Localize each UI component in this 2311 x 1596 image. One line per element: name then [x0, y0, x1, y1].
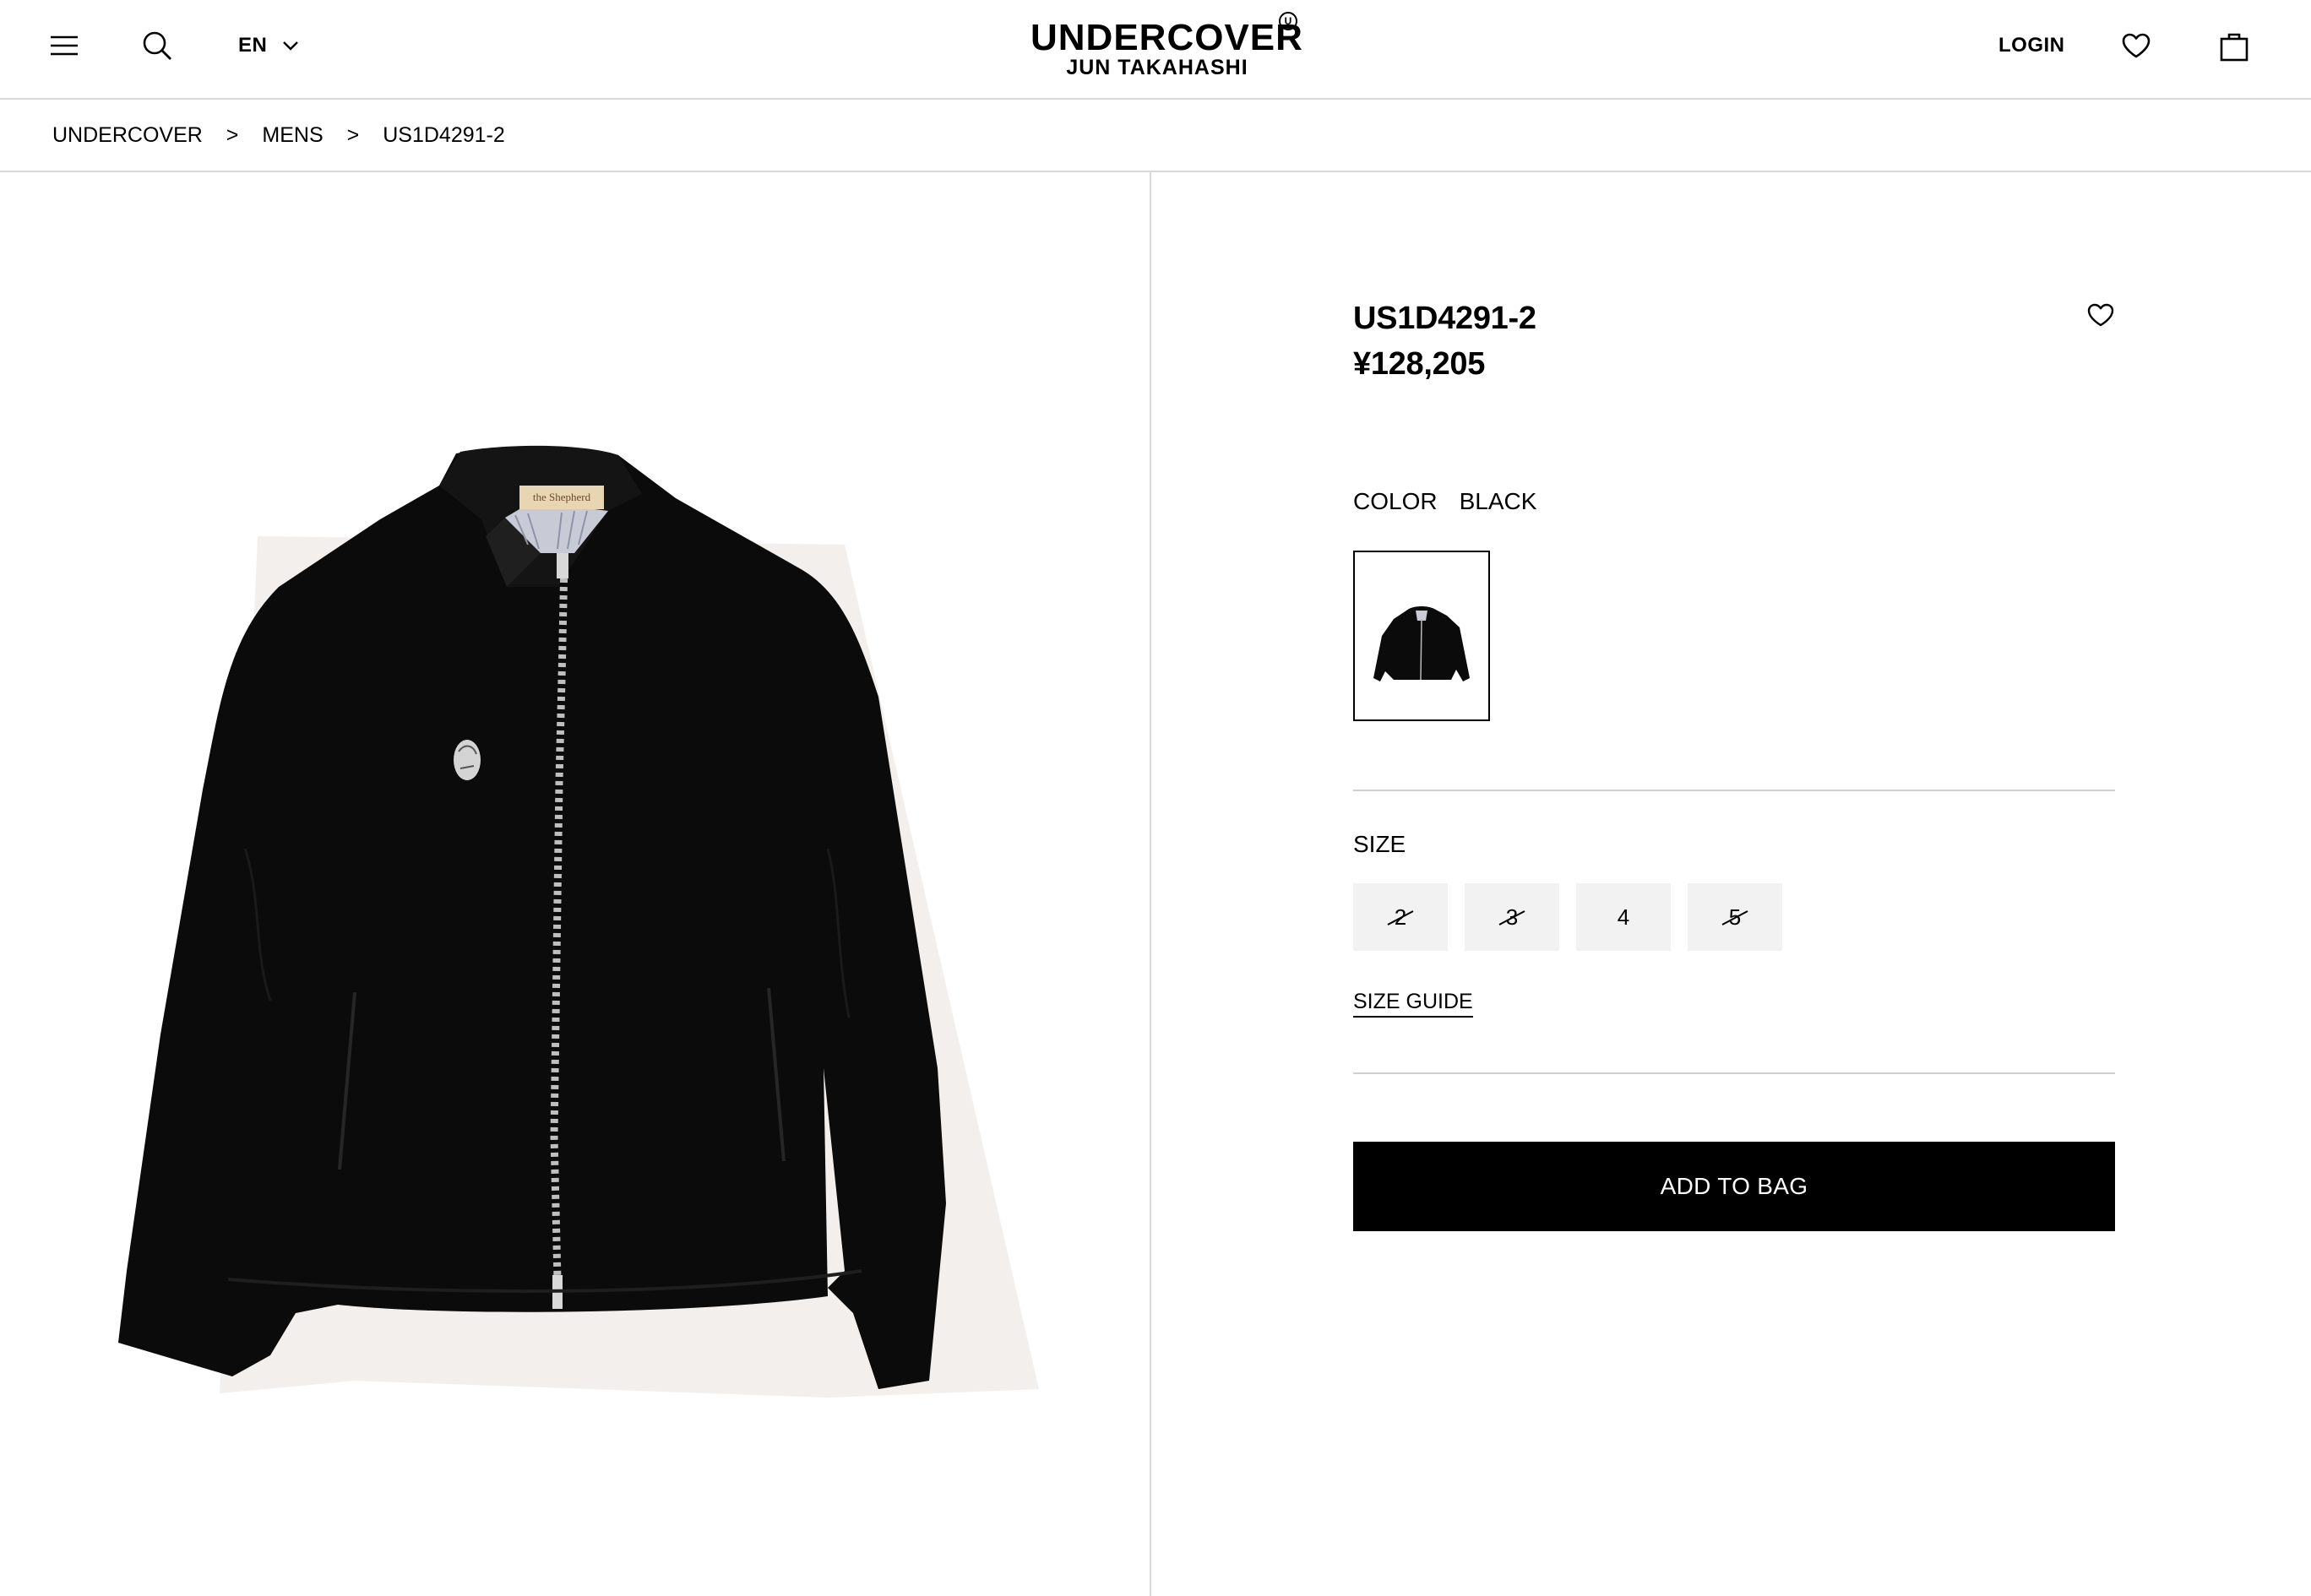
- breadcrumb-item-current: US1D4291-2: [383, 122, 505, 147]
- chevron-down-icon: [282, 41, 299, 51]
- breadcrumb: UNDERCOVER > MENS > US1D4291-2: [0, 100, 2311, 172]
- bag-icon[interactable]: [2216, 29, 2252, 64]
- section-divider: [1353, 1072, 2115, 1074]
- column-divider: [1150, 172, 1151, 1596]
- size-option-5[interactable]: 5: [1688, 883, 1782, 951]
- size-guide-link[interactable]: SIZE GUIDE: [1353, 990, 1473, 1018]
- logo-line2: JUN TAKAHASHI: [1066, 56, 1248, 79]
- size-options: 2 3 4 5: [1353, 883, 1782, 951]
- product-title: US1D4291-2: [1353, 301, 1536, 336]
- color-value: BLACK: [1459, 488, 1537, 514]
- size-option-4[interactable]: 4: [1576, 883, 1671, 951]
- size-option-label: 2: [1394, 904, 1407, 930]
- product-image[interactable]: the Shepherd: [101, 426, 1056, 1423]
- menu-icon[interactable]: [47, 30, 81, 61]
- language-selector[interactable]: EN: [238, 30, 299, 61]
- size-option-2[interactable]: 2: [1353, 883, 1448, 951]
- size-label: SIZE: [1353, 831, 1406, 857]
- login-link[interactable]: LOGIN: [1998, 34, 2065, 57]
- logo-mark: U: [1279, 12, 1297, 30]
- brand-logo[interactable]: UNDERCOVER JUN TAKAHASHI U: [1030, 12, 1303, 86]
- add-to-bag-button[interactable]: ADD TO BAG: [1353, 1142, 2115, 1231]
- breadcrumb-item-mens[interactable]: MENS: [262, 123, 323, 148]
- language-label: EN: [238, 34, 268, 57]
- section-divider: [1353, 790, 2115, 791]
- size-option-label: 3: [1505, 904, 1519, 930]
- logo-line1: UNDERCOVER: [1030, 17, 1303, 58]
- color-swatch-black[interactable]: [1353, 551, 1490, 721]
- size-option-label: 4: [1617, 904, 1630, 930]
- breadcrumb-separator: >: [346, 122, 360, 147]
- color-label: COLOR: [1353, 488, 1438, 514]
- size-option-3[interactable]: 3: [1465, 883, 1559, 951]
- breadcrumb-item-undercover[interactable]: UNDERCOVER: [52, 123, 203, 148]
- add-to-wishlist-heart-icon[interactable]: [2086, 302, 2115, 332]
- site-header: EN UNDERCOVER JUN TAKAHASHI U LOGIN: [0, 0, 2311, 100]
- collar-label-text: the Shepherd: [533, 491, 591, 503]
- product-price: ¥128,205: [1353, 346, 1486, 382]
- search-icon[interactable]: [140, 29, 174, 62]
- size-option-label: 5: [1728, 904, 1742, 930]
- breadcrumb-separator: >: [226, 122, 239, 147]
- color-row: COLOR BLACK: [1353, 488, 1536, 515]
- wishlist-heart-icon[interactable]: [2118, 29, 2154, 62]
